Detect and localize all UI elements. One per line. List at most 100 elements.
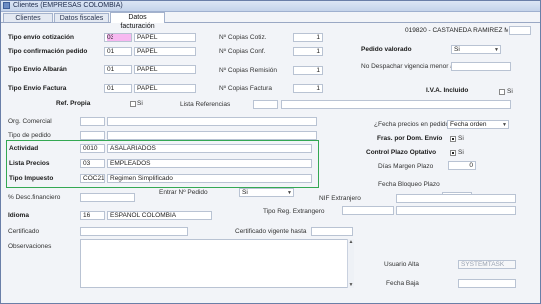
nif-extranjero-label: NIF Extranjero: [319, 195, 361, 202]
cotizacion-name-field: PAPEL: [134, 33, 196, 42]
org-comercial-label: Org. Comercial: [8, 118, 52, 125]
control-plazo-check-label: Si: [458, 149, 464, 156]
lista-referencias-label: Lista Referencias: [180, 101, 231, 108]
chevron-down-icon: ▼: [287, 190, 292, 196]
iva-label: I.V.A. Incluido: [426, 87, 469, 94]
tipo-impuesto-code-input[interactable]: COC21: [80, 174, 105, 183]
fecha-precios-value: Fecha orden: [450, 121, 487, 128]
ref-propia-check-label: Si: [137, 100, 143, 107]
tab-datos-facturacion[interactable]: Datos facturación: [110, 12, 165, 30]
control-plazo-checkbox[interactable]: [450, 150, 456, 156]
copias-conf-input[interactable]: 1: [293, 47, 323, 56]
copias-cotiz-label: Nº Copias Cotiz.: [219, 34, 267, 41]
chevron-down-icon: ▼: [494, 47, 499, 53]
iva-check-label: Si: [507, 88, 513, 95]
cotizacion-code-highlight: [113, 33, 132, 42]
scroll-down-icon[interactable]: ▼: [348, 282, 354, 288]
fras-dom-check-label: Si: [458, 135, 464, 142]
desc-financiero-input[interactable]: [80, 193, 135, 202]
chevron-down-icon: ▼: [502, 122, 507, 128]
factura-name-field: PAPEL: [134, 84, 196, 93]
desc-financiero-label: % Desc.financiero: [8, 194, 61, 201]
org-comercial-name: [107, 117, 317, 126]
albaran-label: Tipo Envío Albarán: [8, 66, 67, 73]
tab-datos-fiscales[interactable]: Datos fiscales: [54, 13, 109, 22]
actividad-code-input[interactable]: 0010: [80, 144, 105, 153]
title-bar: Clientes (EMPRESAS COLOMBIA): [1, 1, 540, 12]
entrar-pedido-value: Si: [242, 189, 248, 196]
idioma-code-input[interactable]: 16: [80, 211, 105, 220]
idioma-label: Idioma: [8, 212, 29, 219]
scroll-up-icon[interactable]: ▲: [348, 239, 354, 245]
observaciones-scrollbar[interactable]: ▲ ▼: [347, 239, 354, 288]
lista-referencias-code[interactable]: [253, 100, 278, 109]
confirmacion-code-input[interactable]: 01: [104, 47, 132, 56]
window-title: Clientes (EMPRESAS COLOMBIA): [13, 2, 123, 9]
lista-referencias-name: [281, 100, 511, 109]
tipo-impuesto-label: Tipo Impuesto: [9, 175, 54, 182]
app-icon: [3, 2, 10, 9]
iva-checkbox[interactable]: [499, 89, 505, 95]
lista-precios-code-input[interactable]: 03: [80, 159, 105, 168]
customer-code-name: 019820 - CASTAÑEDA RAMIREZ MAR: [405, 27, 509, 34]
copias-conf-label: Nº Copias Conf.: [219, 48, 266, 55]
confirmacion-label: Tipo confirmación pedido: [8, 48, 88, 55]
cotizacion-label: Tipo envío cotización: [8, 34, 74, 41]
certificado-input[interactable]: [80, 227, 188, 236]
fecha-precios-label: ¿Fecha precios en pedido?: [374, 121, 453, 128]
ref-propia-label: Ref. Propia: [56, 100, 91, 107]
fecha-baja-label: Fecha Baja: [386, 280, 419, 287]
org-comercial-code[interactable]: [80, 117, 105, 126]
confirmacion-name-field: PAPEL: [134, 47, 196, 56]
tipo-reg-extranjero-code[interactable]: [342, 206, 394, 215]
dias-margen-input[interactable]: 0: [448, 161, 476, 170]
tipo-reg-extranjero-name: [396, 206, 516, 215]
fecha-precios-select[interactable]: Fecha orden ▼: [447, 120, 509, 129]
pedido-valorado-value: Si: [454, 46, 460, 53]
pedido-valorado-select[interactable]: Si ▼: [451, 45, 501, 54]
usuario-alta-label: Usuario Alta: [384, 261, 420, 268]
usuario-alta-field: SYSTEMTASK: [458, 260, 516, 269]
copias-cotiz-input[interactable]: 1: [293, 33, 323, 42]
certificado-vigente-input[interactable]: [311, 227, 353, 236]
fecha-bloqueo-label: Fecha Bloqueo Plazo: [378, 181, 440, 188]
tab-clientes[interactable]: Clientes: [3, 13, 53, 22]
entrar-pedido-select[interactable]: Si ▼: [239, 188, 294, 197]
factura-code-input[interactable]: 01: [104, 84, 132, 93]
lista-precios-name-field: EMPLEADOS: [107, 159, 312, 168]
tipo-reg-extranjero-label: Tipo Reg. Extrangero: [263, 208, 325, 215]
copias-remision-label: Nº Copias Remisión: [219, 67, 278, 74]
idioma-name-field: ESPAÑOL COLOMBIA: [107, 211, 212, 220]
actividad-label: Actividad: [9, 145, 39, 152]
nif-extranjero-input[interactable]: [396, 194, 516, 203]
copias-factura-label: Nº Copias Factura: [219, 85, 272, 92]
tipo-pedido-name: [107, 131, 317, 140]
fras-dom-checkbox[interactable]: [450, 136, 456, 142]
ref-propia-checkbox[interactable]: [130, 101, 136, 107]
no-despachar-input[interactable]: [451, 62, 511, 71]
certificado-vigente-label: Certificado vigente hasta: [235, 228, 307, 235]
albaran-name-field: PAPEL: [134, 65, 196, 74]
client-window: Clientes (EMPRESAS COLOMBIA) Clientes Da…: [0, 0, 541, 304]
pedido-valorado-label: Pedido valorado: [361, 46, 412, 53]
fecha-baja-input[interactable]: [458, 279, 516, 288]
copias-factura-input[interactable]: 1: [293, 84, 323, 93]
albaran-code-input[interactable]: 01: [104, 65, 132, 74]
tipo-pedido-label: Tipo de pedido: [8, 132, 51, 139]
tipo-pedido-code[interactable]: [80, 131, 105, 140]
observaciones-label: Observaciones: [8, 243, 52, 250]
actividad-name-field: ASALARIADOS: [107, 144, 312, 153]
tipo-impuesto-name-field: Regimen Simplificado: [107, 174, 312, 183]
factura-label: Tipo Envío Factura: [8, 85, 67, 92]
lista-precios-label: Lista Precios: [9, 160, 50, 167]
customer-extra-field[interactable]: [509, 26, 531, 35]
copias-remision-input[interactable]: 1: [293, 66, 323, 75]
entrar-pedido-label: Entrar Nº Pedido: [159, 189, 208, 196]
tab-bar: Clientes Datos fiscales Datos facturació…: [1, 12, 540, 30]
observaciones-textarea[interactable]: [80, 239, 354, 288]
control-plazo-label: Control Plazo Optativo: [366, 149, 437, 156]
dias-margen-label: Días Margen Plazo: [378, 163, 434, 170]
fras-dom-label: Fras. por Dom. Envío: [377, 135, 443, 142]
no-despachar-label: No Despachar vigencia menor a:: [361, 63, 456, 70]
certificado-label: Certificado: [8, 228, 40, 235]
